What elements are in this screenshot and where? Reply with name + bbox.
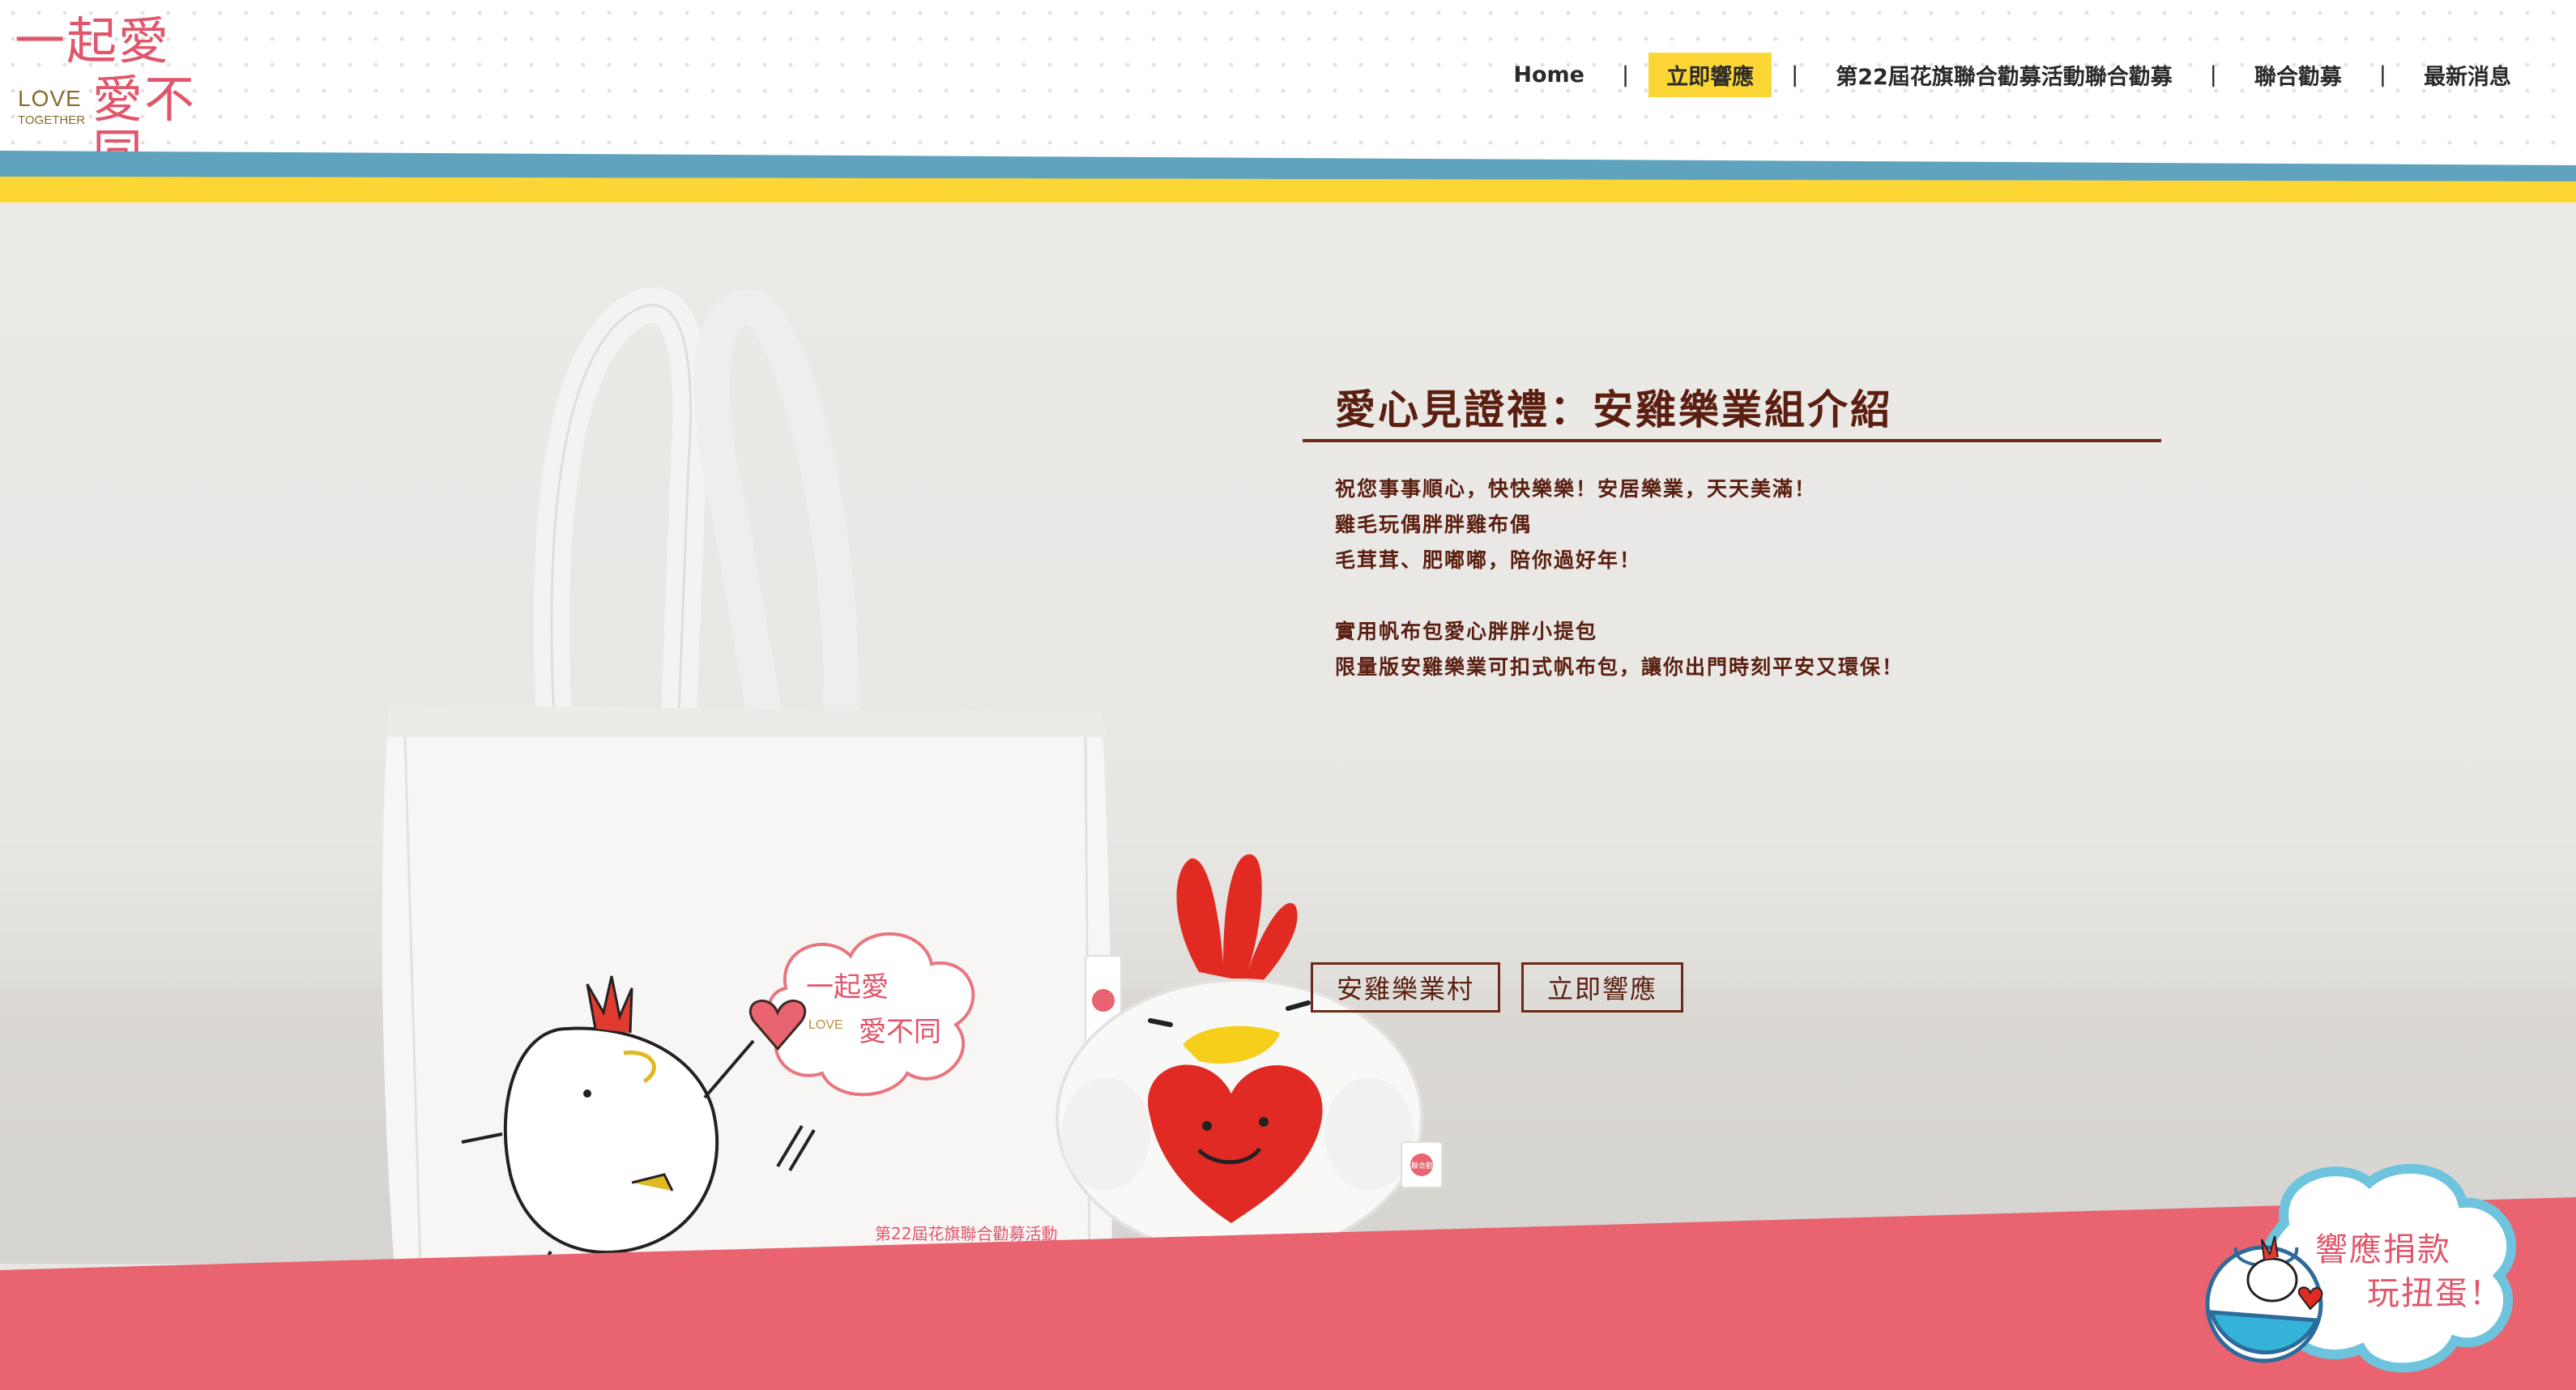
desc-line <box>1335 578 2064 614</box>
nav-item-news[interactable]: 最新消息 <box>2406 53 2529 97</box>
desc-line: 祝您事事順心，快快樂樂！安居樂業，天天美滿！ <box>1335 477 1817 501</box>
respond-button[interactable]: 立即響應 <box>1521 962 1683 1013</box>
plush-tag-text: 聯合勸募 <box>1411 1161 1440 1170</box>
nav-item-campaign[interactable]: 第22屆花旗聯合勸募活動聯合勸募 <box>1818 53 2190 97</box>
hero-title: 愛心見證禮：安雞樂業組介紹 <box>1335 386 1893 433</box>
bag-cloud-line1: 一起愛 <box>806 971 889 1004</box>
hero-section: 一起愛 愛不同 LOVE 第22屆花旗聯合勸募活動 聯合勸募 愛心見證禮：安雞樂… <box>0 203 2576 1317</box>
game-line1[interactable]: 響應捐款 <box>2315 1223 2451 1270</box>
bag-cloud-line2: 愛不同 <box>859 1016 941 1048</box>
logo-line1: 一起愛 <box>15 11 171 70</box>
title-underline <box>1303 439 2161 442</box>
village-button[interactable]: 安雞樂業村 <box>1311 962 1500 1013</box>
desc-line: 毛茸茸、肥嘟嘟，陪你過好年！ <box>1335 548 1642 572</box>
site-header: 一起愛 LOVE TOGETHER 愛不同 Home | 立即響應 | 第22屆… <box>0 0 2576 180</box>
nav-separator: | <box>1791 62 1799 87</box>
game-line2[interactable]: 玩扭蛋！ <box>2367 1267 2503 1314</box>
bag-cloud-love: LOVE <box>808 1018 843 1032</box>
nav-item-united-way[interactable]: 聯合勸募 <box>2237 53 2360 97</box>
nav-item-home[interactable]: Home <box>1495 56 1602 94</box>
logo-love: LOVE <box>18 86 82 111</box>
desc-line: 限量版安雞樂業可扣式帆布包，讓你出門時刻平安又環保！ <box>1335 655 1904 679</box>
nav-item-respond[interactable]: 立即響應 <box>1648 52 1772 97</box>
main-nav: Home | 立即響應 | 第22屆花旗聯合勸募活動聯合勸募 | 聯合勸募 | … <box>1495 52 2529 97</box>
nav-separator: | <box>2209 62 2217 87</box>
nav-separator: | <box>2378 62 2386 87</box>
nav-separator: | <box>1621 62 1630 87</box>
logo-together: TOGETHER <box>18 113 86 127</box>
hero-description: 祝您事事順心，快快樂樂！安居樂業，天天美滿！ 雞毛玩偶胖胖雞布偶 毛茸茸、肥嘟嘟… <box>1335 471 2064 685</box>
desc-line: 雞毛玩偶胖胖雞布偶 <box>1335 513 1533 536</box>
header-stripes <box>0 151 2576 211</box>
site-logo[interactable]: 一起愛 LOVE TOGETHER 愛不同 <box>11 11 230 180</box>
desc-line: 實用帆布包愛心胖胖小提包 <box>1335 620 1598 643</box>
